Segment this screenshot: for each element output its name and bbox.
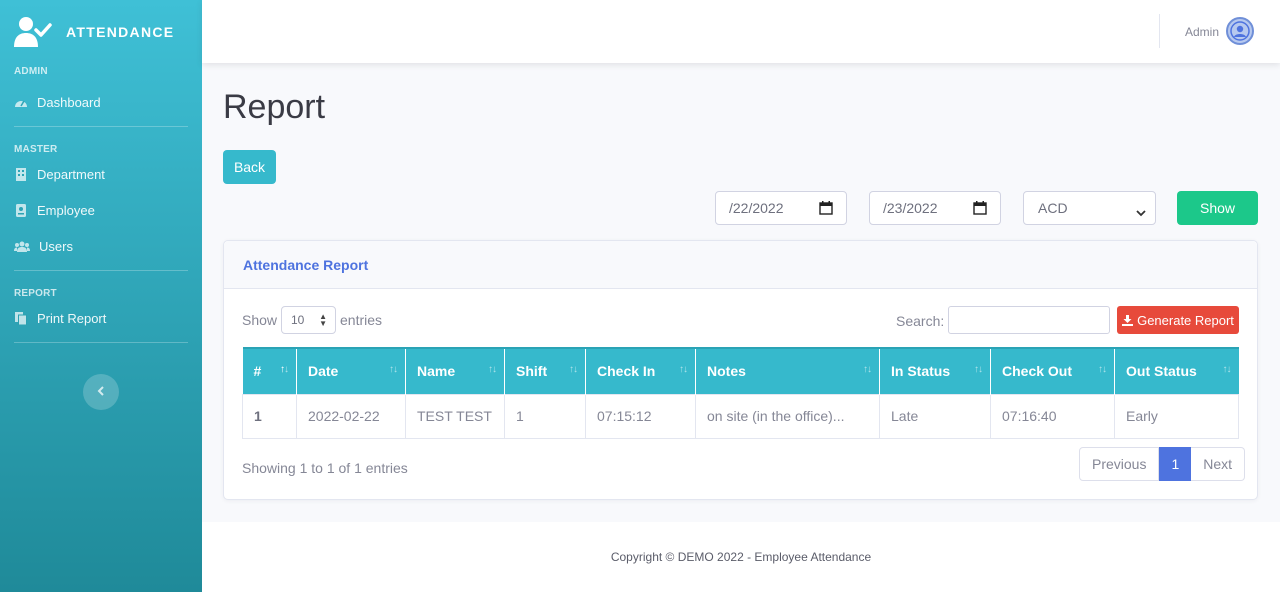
sidebar-item-employee[interactable]: Employee (0, 192, 202, 228)
cell-out-status: Early (1114, 393, 1239, 439)
generate-report-label: Generate Report (1137, 312, 1234, 328)
page-1-button[interactable]: 1 (1159, 447, 1192, 481)
search-label: Search: (896, 313, 945, 329)
sidebar: ATTENDANCE ADMIN Dashboard MASTER Depart… (0, 0, 202, 592)
column-header-check-out[interactable]: Check Out ↑↓ (990, 347, 1115, 394)
sort-icon: ↑↓ (488, 364, 497, 375)
cell-shift: 1 (504, 393, 586, 439)
column-header-name[interactable]: Name ↑↓ (405, 347, 505, 394)
entries-length-select[interactable]: 10 ▲ ▼ (281, 306, 336, 334)
date-from-input[interactable]: /22/2022 (715, 191, 847, 225)
sidebar-divider (14, 126, 188, 127)
column-header-date[interactable]: Date ↑↓ (296, 347, 406, 394)
tachometer-icon (14, 95, 28, 109)
sidebar-divider (14, 342, 188, 343)
sidebar-item-label: Employee (37, 202, 95, 218)
cell-name: TEST TEST (405, 393, 505, 439)
cell-index: 1 (242, 393, 297, 439)
column-header-notes[interactable]: Notes ↑↓ (695, 347, 880, 394)
copy-icon (14, 311, 28, 325)
sidebar-item-print-report[interactable]: Print Report (0, 300, 202, 336)
card-title: Attendance Report (243, 256, 369, 273)
id-badge-icon (14, 203, 28, 217)
user-check-icon (14, 16, 52, 48)
length-suffix-label: entries (340, 312, 383, 328)
back-button[interactable]: Back (223, 150, 276, 184)
footer: Copyright © DEMO 2022 - Employee Attenda… (202, 522, 1280, 592)
up-down-icon: ▲ ▼ (319, 312, 327, 328)
sidebar-item-label: Print Report (37, 310, 107, 326)
cell-notes: on site (in the office)... (695, 393, 880, 439)
cell-check-out: 07:16:40 (990, 393, 1115, 439)
show-button[interactable]: Show (1177, 191, 1258, 225)
chevron-down-icon (1136, 204, 1146, 220)
users-icon (14, 239, 30, 253)
sidebar-item-department[interactable]: Department (0, 156, 202, 192)
next-page-button[interactable]: Next (1191, 447, 1246, 481)
cell-in-status: Late (879, 393, 991, 439)
sidebar-heading-master: MASTER (14, 144, 58, 155)
cell-date: 2022-02-22 (296, 393, 406, 439)
sort-icon: ↑↓ (974, 364, 983, 375)
column-header-shift[interactable]: Shift ↑↓ (504, 347, 586, 394)
table-info: Showing 1 to 1 of 1 entries (242, 460, 408, 476)
sort-icon: ↑↓ (679, 364, 688, 375)
table-row[interactable]: 1 2022-02-22 TEST TEST 1 07:15:12 on sit… (242, 393, 1239, 439)
sidebar-heading-report: REPORT (14, 288, 57, 299)
sort-icon: ↑↓ (569, 364, 578, 375)
department-select[interactable]: ACD (1023, 191, 1156, 225)
sort-icon: ↑↓ (389, 364, 398, 375)
page-title: Report (223, 88, 326, 126)
cell-check-in: 07:15:12 (585, 393, 696, 439)
department-select-value: ACD (1038, 200, 1068, 216)
copyright-text: Copyright © DEMO 2022 - Employee Attenda… (610, 550, 872, 564)
generate-report-button[interactable]: Generate Report (1117, 306, 1239, 334)
previous-page-button[interactable]: Previous (1079, 447, 1160, 481)
calendar-icon[interactable] (973, 201, 987, 215)
sort-icon: ↑↓ (1098, 364, 1107, 375)
download-icon (1122, 314, 1134, 326)
topbar: Admin (202, 0, 1280, 63)
sidebar-divider (14, 270, 188, 271)
user-name[interactable]: Admin (1185, 25, 1219, 39)
brand-title: ATTENDANCE (66, 23, 175, 40)
length-prefix-label: Show (242, 312, 278, 328)
search-input[interactable] (948, 306, 1110, 334)
sort-icon: ↑↓ (280, 364, 289, 375)
sidebar-item-label: Dashboard (37, 94, 101, 110)
attendance-table: # ↑↓ Date ↑↓ Name ↑↓ Shift ↑↓ Check In ↑↓ Not… (242, 347, 1239, 439)
column-header-index[interactable]: # ↑↓ (242, 347, 297, 394)
calendar-icon[interactable] (819, 201, 833, 215)
entries-length-value: 10 (291, 313, 305, 327)
pagination: Previous 1 Next (1079, 447, 1246, 481)
date-to-input[interactable]: /23/2022 (869, 191, 1001, 225)
user-avatar-icon[interactable] (1226, 17, 1254, 45)
table-header-row: # ↑↓ Date ↑↓ Name ↑↓ Shift ↑↓ Check In ↑↓ Not… (242, 347, 1239, 394)
column-header-in-status[interactable]: In Status ↑↓ (879, 347, 991, 394)
topbar-divider (1159, 14, 1160, 48)
sort-icon: ↑↓ (863, 364, 872, 375)
column-header-check-in[interactable]: Check In ↑↓ (585, 347, 696, 394)
sidebar-item-label: Department (37, 166, 105, 182)
chevron-left-icon (97, 383, 105, 401)
sidebar-toggle-button[interactable] (83, 374, 119, 410)
sort-icon: ↑↓ (1222, 364, 1232, 375)
sidebar-brand[interactable]: ATTENDANCE (0, 0, 202, 63)
date-from-value: /22/2022 (729, 200, 784, 216)
sidebar-item-label: Users (39, 238, 73, 254)
date-to-value: /23/2022 (883, 200, 938, 216)
column-header-out-status[interactable]: Out Status ↑↓ (1114, 347, 1239, 394)
card-header: Attendance Report (224, 241, 1257, 289)
sidebar-item-dashboard[interactable]: Dashboard (0, 84, 202, 120)
sidebar-item-users[interactable]: Users (0, 228, 202, 264)
building-icon (14, 167, 28, 181)
attendance-report-card: Attendance Report Show 10 ▲ ▼ entries Sea… (223, 240, 1258, 500)
sidebar-heading-admin: ADMIN (14, 66, 48, 77)
